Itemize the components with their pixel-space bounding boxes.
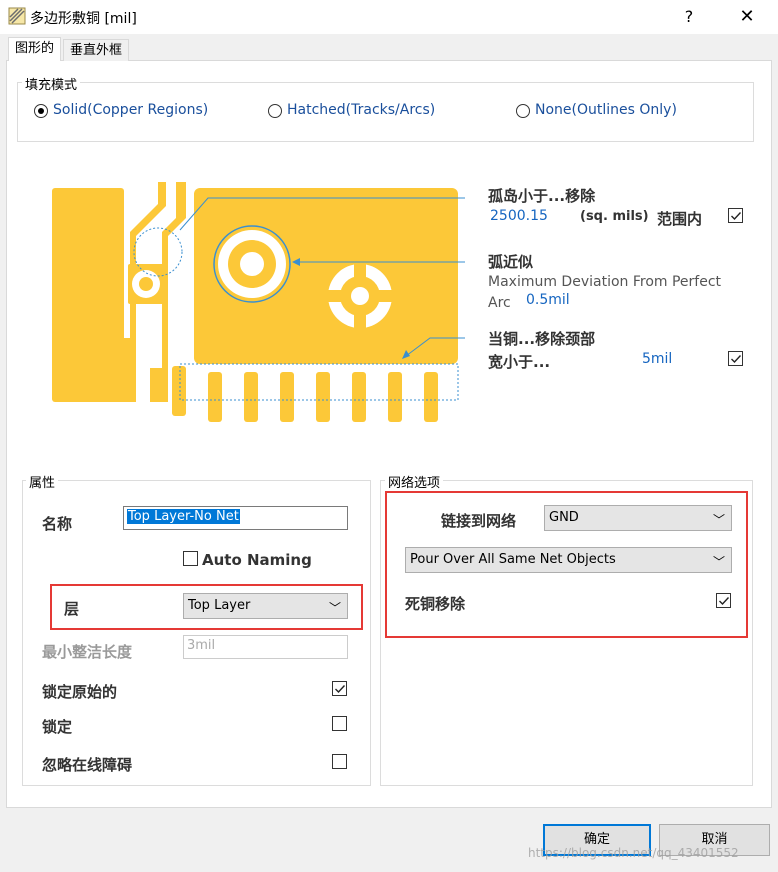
radio-hatched[interactable]: [268, 104, 282, 118]
radio-none-label[interactable]: None(Outlines Only): [535, 102, 677, 118]
min-prim-input[interactable]: 3mil: [183, 635, 348, 659]
help-button[interactable]: ?: [676, 5, 702, 29]
name-label: 名称: [42, 515, 73, 533]
properties-label: 属性: [26, 472, 59, 491]
neck-checkbox[interactable]: [728, 351, 743, 366]
island-suffix: 范围内: [657, 210, 703, 228]
polygon-pour-app-icon: [8, 7, 26, 25]
neck-title-cont: 宽小于...: [488, 353, 551, 371]
locked-checkbox[interactable]: [332, 716, 347, 731]
locked-label: 锁定: [42, 718, 73, 736]
tab-vertical-outline[interactable]: 垂直外框: [63, 39, 130, 61]
auto-naming-checkbox[interactable]: [183, 551, 198, 566]
radio-solid[interactable]: [34, 104, 48, 118]
connect-net-select[interactable]: GND ﹀: [544, 505, 732, 531]
connect-net-value: GND: [549, 510, 579, 525]
chevron-down-icon: ﹀: [712, 555, 725, 569]
island-value[interactable]: 2500.15: [490, 208, 548, 224]
neck-value[interactable]: 5mil: [642, 351, 672, 367]
arc-title: 弧近似: [488, 253, 534, 271]
island-title: 孤岛小于...移除: [488, 187, 596, 205]
arc-value[interactable]: 0.5mil: [526, 292, 570, 308]
net-options-label: 网络选项: [385, 472, 444, 491]
ignore-obstacles-checkbox[interactable]: [332, 754, 347, 769]
fill-mode-label: 填充模式: [22, 74, 81, 93]
polygon-pour-diagram: [50, 178, 486, 428]
radio-hatched-label[interactable]: Hatched(Tracks/Arcs): [287, 102, 435, 118]
layer-select[interactable]: Top Layer ﹀: [183, 593, 348, 619]
connect-net-label: 链接到网络: [441, 512, 517, 530]
name-input-value: Top Layer-No Net: [127, 509, 240, 524]
window-title: 多边形敷铜 [mil]: [30, 11, 137, 27]
pour-over-select[interactable]: Pour Over All Same Net Objects ﹀: [405, 547, 732, 573]
island-unit: (sq. mils): [580, 209, 649, 224]
ignore-obstacles-label: 忽略在线障碍: [42, 756, 133, 774]
auto-naming-label[interactable]: Auto Naming: [202, 551, 312, 569]
layer-label: 层: [64, 600, 80, 618]
layer-select-value: Top Layer: [188, 598, 251, 613]
lock-primitives-label: 锁定原始的: [42, 683, 118, 701]
lock-primitives-checkbox[interactable]: [332, 681, 347, 696]
chevron-down-icon: ﹀: [328, 601, 341, 615]
remove-dead-copper-checkbox[interactable]: [716, 593, 731, 608]
min-prim-label: 最小整洁长度: [42, 643, 133, 661]
arc-desc-cont: Arc: [488, 295, 511, 311]
watermark-text: https://blog.csdn.net/qq_43401552: [528, 846, 739, 860]
name-input[interactable]: Top Layer-No Net: [123, 506, 348, 530]
radio-none[interactable]: [516, 104, 530, 118]
chevron-down-icon: ﹀: [712, 513, 725, 527]
close-button[interactable]: ✕: [734, 5, 760, 29]
remove-dead-copper-label: 死铜移除: [405, 595, 466, 613]
arc-desc: Maximum Deviation From Perfect: [488, 274, 722, 290]
pour-over-value: Pour Over All Same Net Objects: [410, 552, 616, 567]
radio-solid-label[interactable]: Solid(Copper Regions): [53, 102, 208, 118]
tab-graphic[interactable]: 图形的: [8, 37, 62, 61]
island-checkbox[interactable]: [728, 208, 743, 223]
neck-title: 当铜...移除颈部: [488, 330, 596, 348]
